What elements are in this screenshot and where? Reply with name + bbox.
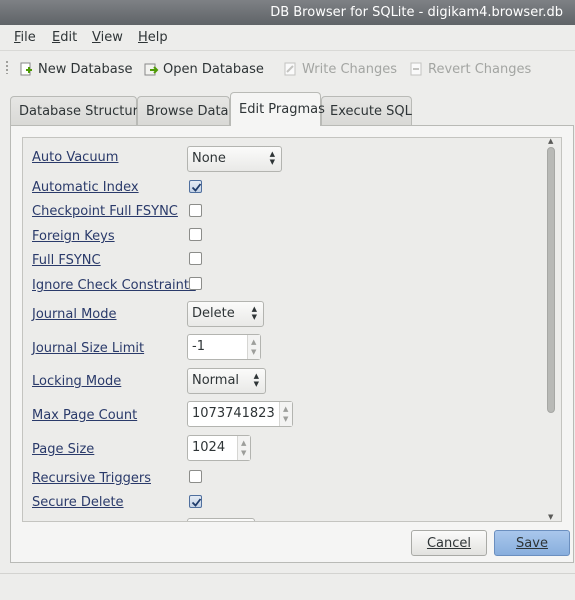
- automatic-index-checkbox[interactable]: [189, 180, 202, 193]
- spin-down-icon[interactable]: ▼: [251, 348, 256, 356]
- scrollbar-thumb[interactable]: [547, 147, 555, 413]
- page-size-label: Page Size: [32, 442, 95, 457]
- scroll-down-icon[interactable]: ▼: [548, 513, 553, 521]
- checkpoint-full-fsync-label: Checkpoint Full FSYNC: [32, 204, 178, 219]
- max-page-count-spinbox[interactable]: 1073741823 ▲ ▼: [187, 401, 293, 427]
- recursive-triggers-label: Recursive Triggers: [32, 471, 151, 486]
- secure-delete-label: Secure Delete: [32, 495, 124, 510]
- spin-down-icon[interactable]: ▼: [283, 415, 288, 423]
- spin-up-icon[interactable]: ▲: [241, 439, 246, 447]
- write-changes-button[interactable]: Write Changes: [282, 59, 397, 79]
- combo-arrows-icon: ▲ ▼: [251, 305, 257, 321]
- journal-size-limit-spinbox[interactable]: -1 ▲ ▼: [187, 334, 261, 360]
- ignore-check-constraints-checkbox[interactable]: [189, 277, 202, 290]
- spin-buttons[interactable]: ▲ ▼: [247, 335, 260, 359]
- menu-help[interactable]: Help: [138, 30, 168, 45]
- pragma-row-recursive-triggers: Recursive Triggers: [32, 469, 232, 489]
- write-changes-icon: [282, 61, 298, 77]
- pragmas-scroll-area[interactable]: Auto Vacuum None ▲ ▼ Automatic Index Chec…: [22, 137, 562, 522]
- menu-edit[interactable]: Edit: [52, 30, 77, 45]
- save-button[interactable]: Save: [494, 530, 570, 556]
- toolbar: New Database Open Database Write Changes…: [0, 51, 575, 85]
- new-database-icon: [18, 61, 34, 77]
- menu-bar: File Edit View Help: [0, 25, 575, 51]
- page-size-spinbox[interactable]: 1024 ▲ ▼: [187, 435, 251, 461]
- scroll-up-icon[interactable]: ▲: [548, 137, 553, 145]
- status-bar: [0, 573, 575, 600]
- journal-mode-label: Journal Mode: [32, 307, 117, 322]
- new-database-button[interactable]: New Database: [18, 59, 133, 79]
- pragma-row-foreign-keys: Foreign Keys: [32, 227, 232, 247]
- tab-execute-sql[interactable]: Execute SQL: [321, 96, 412, 125]
- open-database-icon: [143, 61, 159, 77]
- menu-view[interactable]: View: [92, 30, 123, 45]
- recursive-triggers-checkbox[interactable]: [189, 470, 202, 483]
- checkmark-icon: [191, 498, 202, 507]
- checkpoint-full-fsync-checkbox[interactable]: [189, 204, 202, 217]
- next-pragma-input-partial[interactable]: [187, 518, 255, 521]
- window-title: DB Browser for SQLite - digikam4.browser…: [270, 5, 563, 20]
- menu-file[interactable]: File: [14, 30, 36, 45]
- pragmas-scrollbar[interactable]: ▲ ▼: [545, 137, 559, 522]
- spin-down-icon[interactable]: ▼: [241, 449, 246, 457]
- combo-arrows-icon: ▲ ▼: [253, 372, 259, 388]
- max-page-count-label: Max Page Count: [32, 408, 138, 423]
- locking-mode-select[interactable]: Normal ▲ ▼: [187, 368, 266, 394]
- foreign-keys-checkbox[interactable]: [189, 228, 202, 241]
- spin-buttons[interactable]: ▲ ▼: [237, 436, 250, 460]
- pragma-row-checkpoint-full-fsync: Checkpoint Full FSYNC: [32, 202, 232, 222]
- auto-vacuum-select[interactable]: None ▲ ▼: [187, 146, 282, 172]
- open-database-button[interactable]: Open Database: [143, 59, 264, 79]
- checkmark-icon: [191, 183, 202, 192]
- journal-mode-select[interactable]: Delete ▲ ▼: [187, 301, 264, 327]
- combo-arrows-icon: ▲ ▼: [269, 150, 275, 166]
- spin-up-icon[interactable]: ▲: [283, 405, 288, 413]
- tab-edit-pragmas[interactable]: Edit Pragmas: [230, 92, 325, 126]
- tab-database-structure[interactable]: Database Structure: [10, 96, 146, 125]
- tab-browse-data[interactable]: Browse Data: [137, 96, 230, 125]
- edit-pragmas-panel: Auto Vacuum None ▲ ▼ Automatic Index Chec…: [10, 125, 574, 563]
- title-bar: DB Browser for SQLite - digikam4.browser…: [0, 0, 575, 25]
- revert-changes-icon: [408, 61, 424, 77]
- secure-delete-checkbox[interactable]: [189, 495, 202, 508]
- automatic-index-label: Automatic Index: [32, 180, 139, 195]
- ignore-check-constraints-label: Ignore Check Constraints: [32, 278, 196, 293]
- pragma-row-full-fsync: Full FSYNC: [32, 251, 232, 271]
- spin-buttons[interactable]: ▲ ▼: [279, 402, 292, 426]
- cancel-button[interactable]: Cancel: [411, 530, 487, 556]
- foreign-keys-label: Foreign Keys: [32, 229, 115, 244]
- journal-size-limit-label: Journal Size Limit: [32, 341, 145, 356]
- revert-changes-button[interactable]: Revert Changes: [408, 59, 531, 79]
- locking-mode-label: Locking Mode: [32, 374, 122, 389]
- pragma-row-ignore-check-constraints: Ignore Check Constraints: [32, 276, 232, 296]
- full-fsync-checkbox[interactable]: [189, 252, 202, 265]
- toolbar-grip-icon[interactable]: [5, 60, 9, 74]
- auto-vacuum-label: Auto Vacuum: [32, 150, 119, 165]
- full-fsync-label: Full FSYNC: [32, 253, 101, 268]
- spin-up-icon[interactable]: ▲: [251, 338, 256, 346]
